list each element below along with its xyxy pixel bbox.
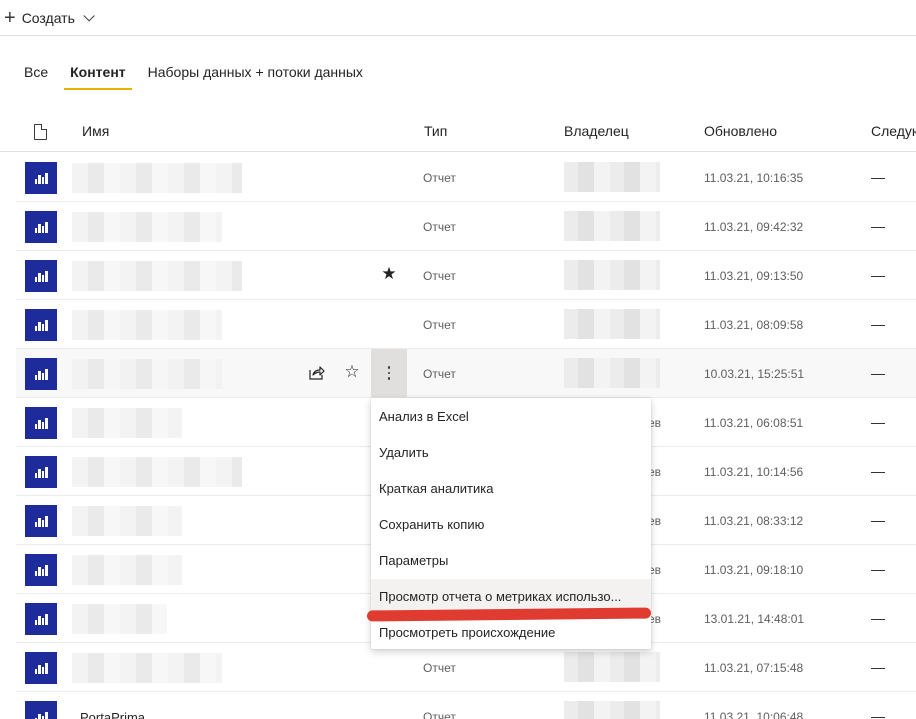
tab-datasets-dataflows[interactable]: Наборы данных + потоки данных [148,64,363,90]
item-next: — [871,414,885,430]
item-next: — [871,659,885,675]
item-type: Отчет [423,269,456,283]
report-icon [25,456,57,488]
file-icon [34,124,47,140]
table-header: Имя Тип Владелец Обновлено Следую [0,118,916,152]
item-updated: 11.03.21, 10:06:48 [704,710,804,719]
menu-item-delete[interactable]: Удалить [371,435,651,471]
table-row[interactable]: ☆ Отчет 10.03.21, 15:25:51 — [16,349,916,398]
item-owner [564,309,660,339]
item-next: — [871,365,885,381]
menu-item-settings[interactable]: Параметры [371,543,651,579]
menu-item-analyze-excel[interactable]: Анализ в Excel [371,399,651,435]
top-toolbar: + Создать [0,0,916,36]
star-icon[interactable]: ☆ [341,361,363,383]
item-name[interactable]: PortaPrima [80,710,145,719]
item-name[interactable] [72,555,182,585]
table-row[interactable]: PortaPrima Отчет 11.03.21, 10:06:48 — [16,692,916,719]
column-next[interactable]: Следую [871,123,916,139]
item-updated: 11.03.21, 08:33:12 [704,514,804,528]
chevron-down-icon [83,10,95,22]
item-name[interactable] [72,163,242,193]
item-next: — [871,463,885,479]
item-name[interactable] [72,359,222,389]
report-icon [25,162,57,194]
column-updated[interactable]: Обновлено [704,123,777,139]
item-updated: 10.03.21, 15:25:51 [704,367,805,381]
item-updated: 11.03.21, 09:13:50 [704,269,804,283]
item-name[interactable] [72,457,242,487]
menu-item-quick-insights[interactable]: Краткая аналитика [371,471,651,507]
column-owner[interactable]: Владелец [564,123,629,139]
item-type: Отчет [423,367,456,381]
item-type: Отчет [423,318,456,332]
item-name[interactable] [72,261,242,291]
create-button[interactable]: + Создать [4,6,95,30]
item-name[interactable] [72,506,182,536]
item-next: — [871,267,885,283]
item-type: Отчет [423,171,456,185]
item-owner [564,652,660,682]
share-icon[interactable] [305,361,327,383]
item-updated: 11.03.21, 09:42:32 [704,220,804,234]
item-next: — [871,512,885,528]
create-label: Создать [21,10,75,26]
item-owner [564,162,660,192]
content-tabs: Все Контент Наборы данных + потоки данны… [24,64,385,90]
item-updated: 13.01.21, 14:48:01 [704,612,805,626]
item-updated: 11.03.21, 06:08:51 [704,416,804,430]
item-name[interactable] [72,408,182,438]
report-icon [25,652,57,684]
item-updated: 11.03.21, 10:14:56 [704,465,804,479]
report-icon [25,309,57,341]
table-row[interactable]: Отчет 11.03.21, 10:16:35 — [16,153,916,202]
star-icon[interactable]: ★ [378,263,400,285]
item-name[interactable] [72,604,167,634]
item-type: Отчет [423,710,456,719]
item-next: — [871,169,885,185]
item-next: — [871,610,885,626]
report-icon [25,554,57,586]
item-updated: 11.03.21, 08:09:58 [704,318,804,332]
item-updated: 11.03.21, 09:18:10 [704,563,804,577]
menu-item-save-copy[interactable]: Сохранить копию [371,507,651,543]
item-name[interactable] [72,310,222,340]
item-next: — [871,561,885,577]
plus-icon: + [4,7,16,29]
item-name[interactable] [72,653,222,683]
item-updated: 11.03.21, 07:15:48 [704,661,804,675]
column-type[interactable]: Тип [424,123,447,139]
report-icon [25,701,57,719]
report-icon [25,603,57,635]
table-row[interactable]: ★ Отчет 11.03.21, 09:13:50 — [16,251,916,300]
item-next: — [871,708,885,719]
item-type: Отчет [423,220,456,234]
item-name[interactable] [72,212,222,242]
item-owner [564,211,660,241]
table-row[interactable]: Отчет 11.03.21, 08:09:58 — [16,300,916,349]
item-next: — [871,218,885,234]
column-name[interactable]: Имя [82,123,109,139]
table-row[interactable]: Отчет 11.03.21, 09:42:32 — [16,202,916,251]
report-icon [25,260,57,292]
report-icon [25,211,57,243]
item-next: — [871,316,885,332]
tab-content[interactable]: Контент [64,64,132,90]
report-icon [25,407,57,439]
item-owner [564,358,660,388]
item-updated: 11.03.21, 10:16:35 [704,171,804,185]
item-owner [564,260,660,290]
item-type: Отчет [423,661,456,675]
tab-all[interactable]: Все [24,64,48,90]
item-owner [564,701,660,719]
more-options-button[interactable] [371,349,407,397]
report-icon [25,505,57,537]
report-icon [25,358,57,390]
